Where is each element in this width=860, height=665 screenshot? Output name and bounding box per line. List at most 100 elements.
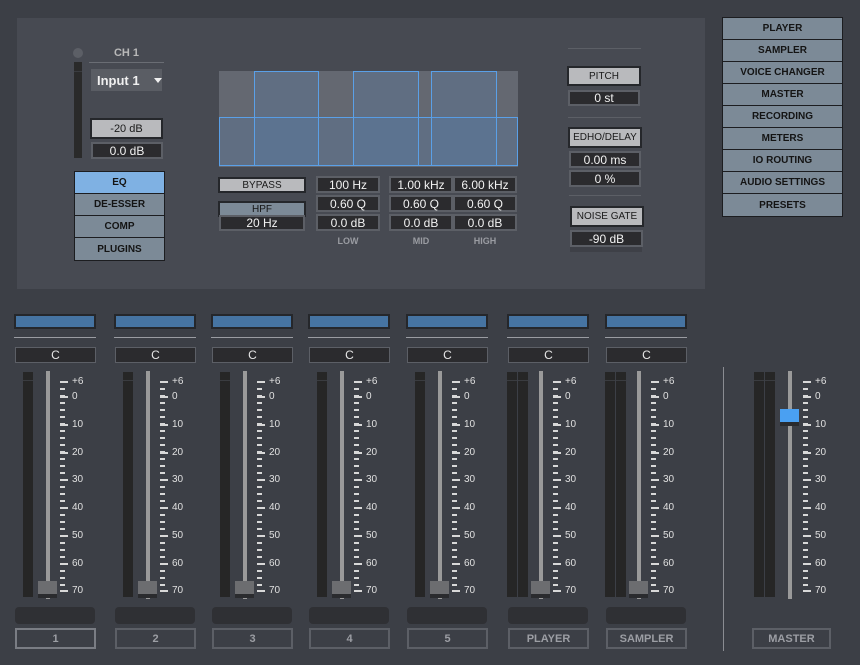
fader-track[interactable] <box>340 371 344 599</box>
strip-color-bar[interactable] <box>211 314 293 329</box>
master-fader-handle[interactable] <box>780 409 799 426</box>
eq-mid-gain[interactable]: 0.0 dB <box>389 214 453 231</box>
pan-knob[interactable]: C <box>309 347 390 363</box>
nav-item-meters[interactable]: METERS <box>723 128 842 150</box>
fader-handle[interactable] <box>235 581 254 598</box>
pitch-button[interactable]: PITCH <box>567 66 641 86</box>
eq-band-high-handle[interactable] <box>431 71 497 166</box>
nav-item-presets[interactable]: PRESETS <box>723 194 842 216</box>
scale-tick <box>553 556 558 558</box>
strip-select-button[interactable]: SAMPLER <box>606 628 687 649</box>
scale-label: 30 <box>172 474 184 485</box>
strip-select-button[interactable]: 1 <box>15 628 96 649</box>
tab-comp[interactable]: COMP <box>75 216 164 238</box>
hpf-freq-value[interactable]: 20 Hz <box>219 215 305 231</box>
delay-time-value[interactable]: 0.00 ms <box>569 151 641 168</box>
scale-major-tick <box>651 479 659 481</box>
pan-knob[interactable]: C <box>212 347 293 363</box>
strip-color-bar[interactable] <box>308 314 390 329</box>
eq-high-q[interactable]: 0.60 Q <box>453 195 517 212</box>
strip-select-button[interactable]: PLAYER <box>508 628 589 649</box>
gain-value[interactable]: 0.0 dB <box>91 142 163 159</box>
pan-knob[interactable]: C <box>407 347 488 363</box>
scale-tick <box>651 556 656 558</box>
fader-handle[interactable] <box>430 581 449 598</box>
strip-name-slot[interactable] <box>606 607 686 624</box>
fader-handle[interactable] <box>531 581 550 598</box>
eq-high-gain[interactable]: 0.0 dB <box>453 214 517 231</box>
nav-item-voice-changer[interactable]: VOICE CHANGER <box>723 62 842 84</box>
strip-select-button[interactable]: 5 <box>407 628 488 649</box>
input-level-meter <box>74 62 82 158</box>
scale-label: 40 <box>815 502 827 513</box>
input-select[interactable]: Input 1 <box>91 69 162 91</box>
eq-low-q[interactable]: 0.60 Q <box>316 195 380 212</box>
strip-color-bar[interactable] <box>605 314 687 329</box>
scale-tick <box>160 549 165 551</box>
nav-item-recording[interactable]: RECORDING <box>723 106 842 128</box>
strip-name-slot[interactable] <box>15 607 95 624</box>
delay-mix-value[interactable]: 0 % <box>569 170 641 187</box>
strip-name-slot[interactable] <box>508 607 588 624</box>
nav-item-player[interactable]: PLAYER <box>723 18 842 40</box>
fader-handle[interactable] <box>629 581 648 598</box>
noise-gate-value[interactable]: -90 dB <box>570 230 643 247</box>
scale-tick <box>60 500 65 502</box>
gain-pad-button[interactable]: -20 dB <box>90 118 163 139</box>
scale-tick <box>354 486 359 488</box>
strip-color-bar[interactable] <box>507 314 589 329</box>
echo-delay-button[interactable]: EDHO/DELAY <box>568 127 642 148</box>
pitch-value[interactable]: 0 st <box>568 90 640 106</box>
fader-handle[interactable] <box>138 581 157 598</box>
pan-knob[interactable]: C <box>508 347 589 363</box>
eq-graph[interactable] <box>219 71 518 167</box>
fader-track[interactable] <box>243 371 247 599</box>
strip-color-bar[interactable] <box>14 314 96 329</box>
scale-tick <box>257 458 262 460</box>
pan-knob[interactable]: C <box>15 347 96 363</box>
pan-knob[interactable]: C <box>115 347 196 363</box>
master-select-button[interactable]: MASTER <box>752 628 831 649</box>
eq-high-freq[interactable]: 6.00 kHz <box>453 176 517 193</box>
eq-low-freq[interactable]: 100 Hz <box>316 176 380 193</box>
tab-eq[interactable]: EQ <box>75 172 164 194</box>
eq-low-gain[interactable]: 0.0 dB <box>316 214 380 231</box>
strip-select-button[interactable]: 4 <box>309 628 390 649</box>
strip-name-slot[interactable] <box>407 607 487 624</box>
clip-led-icon <box>73 48 83 58</box>
fader-track[interactable] <box>146 371 150 599</box>
noise-gate-button[interactable]: NOISE GATE <box>570 206 644 227</box>
tab-de-esser[interactable]: DE-ESSER <box>75 194 164 216</box>
nav-item-io-routing[interactable]: IO ROUTING <box>723 150 842 172</box>
scale-major-tick <box>651 535 659 537</box>
master-fader-track[interactable] <box>788 371 792 599</box>
strip-color-bar[interactable] <box>406 314 488 329</box>
nav-item-master[interactable]: MASTER <box>723 84 842 106</box>
strip-name-slot[interactable] <box>309 607 389 624</box>
eq-bypass-button[interactable]: BYPASS <box>218 177 306 193</box>
fader-track[interactable] <box>438 371 442 599</box>
pan-knob[interactable]: C <box>606 347 687 363</box>
scale-label: 20 <box>565 447 577 458</box>
strip-color-bar[interactable] <box>114 314 196 329</box>
scale-major-tick <box>354 424 362 426</box>
scale-tick <box>354 430 359 432</box>
fader-track[interactable] <box>46 371 50 599</box>
eq-mid-freq[interactable]: 1.00 kHz <box>389 176 453 193</box>
tab-plugins[interactable]: PLUGINS <box>75 238 164 260</box>
fader-handle[interactable] <box>332 581 351 598</box>
eq-band-mid-handle[interactable] <box>353 71 419 166</box>
strip-name-slot[interactable] <box>115 607 195 624</box>
nav-item-sampler[interactable]: SAMPLER <box>723 40 842 62</box>
eq-band-low-handle[interactable] <box>254 71 319 166</box>
scale-tick <box>803 521 808 523</box>
scale-tick <box>60 409 65 411</box>
strip-select-button[interactable]: 3 <box>212 628 293 649</box>
strip-select-button[interactable]: 2 <box>115 628 196 649</box>
fader-track[interactable] <box>539 371 543 599</box>
fader-track[interactable] <box>637 371 641 599</box>
strip-name-slot[interactable] <box>212 607 292 624</box>
eq-mid-q[interactable]: 0.60 Q <box>389 195 453 212</box>
nav-item-audio-settings[interactable]: AUDIO SETTINGS <box>723 172 842 194</box>
fader-handle[interactable] <box>38 581 57 598</box>
